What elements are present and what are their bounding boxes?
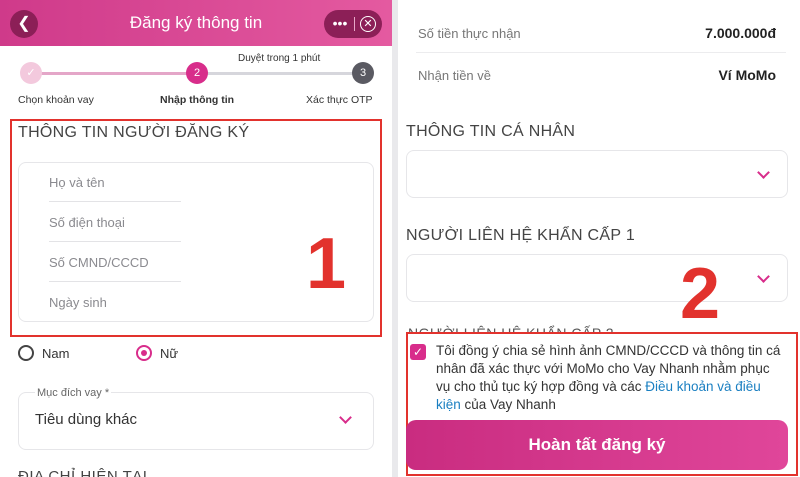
amount-value: 7.000.000đ: [705, 25, 776, 41]
personal-info-dropdown[interactable]: [406, 150, 788, 198]
destination-value: Ví MoMo: [718, 67, 776, 83]
loan-purpose-select[interactable]: Mục đích vay * Tiêu dùng khác: [18, 387, 374, 450]
close-icon[interactable]: ✕: [360, 16, 376, 32]
personal-info-section-title: THÔNG TIN CÁ NHÂN: [406, 123, 576, 140]
gender-radio-female[interactable]: [136, 345, 152, 361]
amount-label: Số tiền thực nhận: [418, 26, 521, 41]
gender-label-male: Nam: [42, 346, 70, 361]
chevron-down-icon: [757, 166, 770, 179]
chevron-down-icon: [757, 270, 770, 283]
header-bar: ❮ Đăng ký thông tin ••• ✕: [0, 0, 392, 46]
approval-time-note: Duyệt trong 1 phút: [238, 53, 321, 64]
current-address-section-title: ĐỊA CHỈ HIỆN TẠI: [18, 468, 148, 477]
summary-row-destination: Nhận tiền về Ví MoMo: [416, 58, 786, 94]
gender-label-female: Nữ: [160, 346, 179, 361]
mini-app-controls: ••• ✕: [324, 10, 382, 38]
step-1-label: Chọn khoản vay: [18, 94, 94, 106]
submit-registration-button[interactable]: Hoàn tất đăng ký: [406, 420, 788, 470]
annotation-number-1: 1: [306, 224, 347, 304]
emergency-contact-dropdown[interactable]: [406, 254, 788, 302]
more-icon[interactable]: •••: [330, 13, 350, 33]
chevron-down-icon: [339, 411, 352, 424]
step-2-label: Nhập thông tin: [160, 94, 235, 106]
step-2-indicator: 2: [186, 62, 208, 84]
step-3-label: Xác thực OTP: [306, 94, 373, 106]
consent-checkbox[interactable]: ✓: [410, 344, 426, 360]
registrant-section-title: THÔNG TIN NGƯỜI ĐĂNG KÝ: [18, 124, 250, 141]
divider: [354, 17, 355, 31]
step-1-done-check-icon: ✓: [20, 62, 42, 84]
loan-purpose-label: Mục đích vay *: [35, 387, 112, 399]
gender-radio-male[interactable]: [18, 345, 34, 361]
birth-date-field[interactable]: Ngày sinh: [49, 283, 181, 321]
destination-label: Nhận tiền về: [418, 68, 491, 83]
loan-purpose-value: Tiêu dùng khác: [35, 411, 138, 428]
id-number-field[interactable]: Số CMND/CCCD: [49, 243, 181, 282]
emergency-contact-section-title: NGƯỜI LIÊN HỆ KHẨN CẤP 1: [406, 227, 636, 244]
step-3-indicator: 3: [352, 62, 374, 84]
full-name-field[interactable]: Họ và tên: [49, 163, 181, 202]
annotation-number-2: 2: [680, 254, 721, 334]
summary-row-amount: Số tiền thực nhận 7.000.000đ: [416, 16, 786, 53]
phone-field[interactable]: Số điện thoại: [49, 203, 181, 242]
left-screenshot: ❮ Đăng ký thông tin ••• ✕ Duyệt trong 1 …: [0, 0, 392, 477]
consent-text: Tôi đồng ý chia sẻ hình ảnh CMND/CCCD và…: [436, 343, 781, 412]
stepper-progress: [40, 72, 206, 75]
